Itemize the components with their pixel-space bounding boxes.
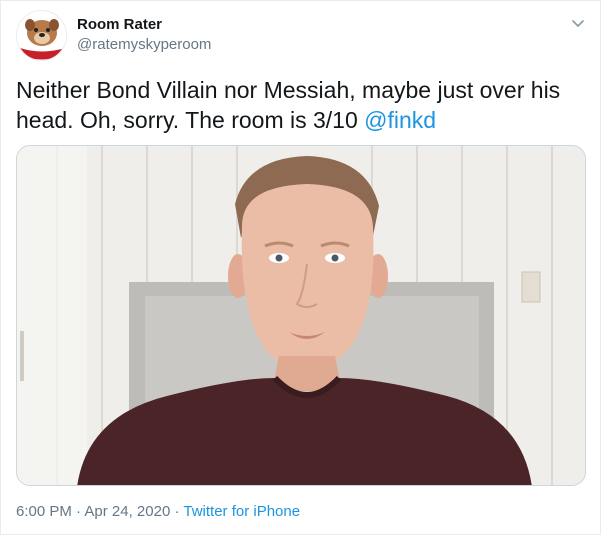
tweet-date[interactable]: Apr 24, 2020 [84,503,170,520]
tweet-text: Neither Bond Villain nor Messiah, maybe … [16,75,586,135]
mention-link[interactable]: @finkd [364,107,436,133]
tweet-time[interactable]: 6:00 PM [16,503,72,520]
author-handle[interactable]: @ratemyskyperoom [77,35,211,55]
meta-separator: · [170,503,184,520]
tweet-media[interactable] [16,145,586,486]
avatar[interactable] [16,10,67,61]
tweet-body: Neither Bond Villain nor Messiah, maybe … [16,77,561,133]
tweet-card: Room Rater @ratemyskyperoom Neither Bond… [0,0,601,535]
dog-avatar-icon [17,11,66,60]
author-name[interactable]: Room Rater [77,15,162,35]
chevron-down-icon[interactable] [568,13,588,33]
tweet-source-link[interactable]: Twitter for iPhone [183,503,300,520]
tweet-meta: 6:00 PM · Apr 24, 2020 · Twitter for iPh… [16,502,300,522]
meta-separator: · [71,503,85,520]
video-still-image [17,146,585,485]
